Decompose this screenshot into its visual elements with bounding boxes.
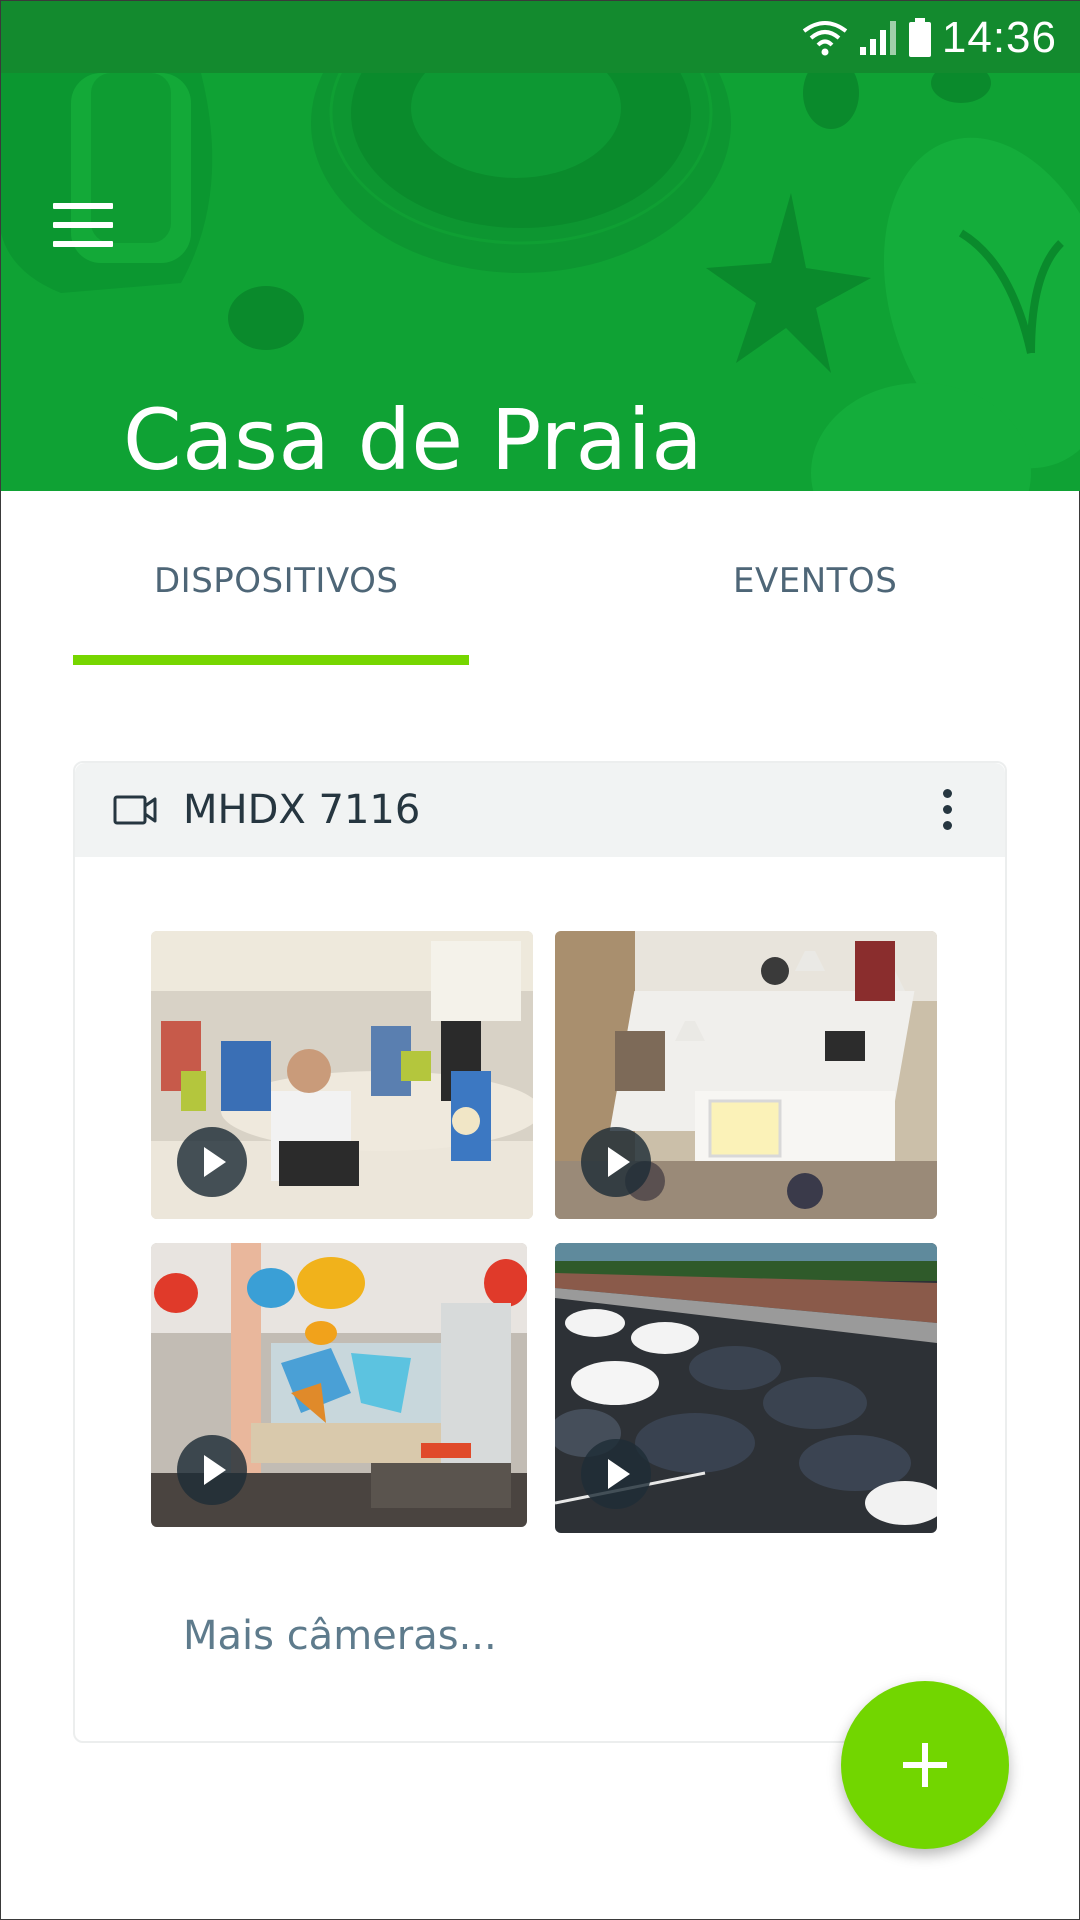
more-options-icon[interactable] [941,789,953,831]
camera-thumbnail-open-office[interactable] [555,931,937,1219]
device-card-header: MHDX 7116 [75,763,1005,857]
camera-thumbnail-colorful-lobby[interactable] [151,1243,527,1527]
play-icon[interactable] [581,1127,651,1197]
menu-line-icon [53,241,113,247]
signal-icon [859,21,896,55]
tab-dispositivos[interactable]: DISPOSITIVOS [154,561,398,601]
more-cameras-link[interactable]: Mais câmeras... [183,1613,497,1659]
device-name: MHDX 7116 [183,787,421,833]
menu-line-icon [53,222,113,228]
page-title: Casa de Praia [123,391,704,489]
tab-eventos[interactable]: EVENTOS [733,561,897,601]
plus-icon [922,1743,928,1787]
battery-icon [908,18,931,57]
menu-button[interactable] [53,203,113,251]
play-icon[interactable] [177,1127,247,1197]
play-icon[interactable] [581,1439,651,1509]
video-camera-icon [113,795,157,825]
status-time: 14:36 [941,13,1057,62]
active-tab-indicator [73,655,469,665]
menu-line-icon [53,203,113,209]
camera-thumbnail-parking-lot[interactable] [555,1243,937,1533]
camera-thumbnail-office-meeting[interactable] [151,931,533,1219]
header-banner: Casa de Praia [1,73,1080,491]
wifi-icon [802,21,848,56]
tab-bar: DISPOSITIVOS EVENTOS [1,491,1080,691]
status-icons: 14:36 [802,13,1057,63]
device-card: MHDX 7116 Mais câmeras... [73,761,1007,1743]
status-bar: 14:36 [1,1,1080,73]
play-icon[interactable] [177,1435,247,1505]
add-device-button[interactable] [841,1681,1009,1849]
